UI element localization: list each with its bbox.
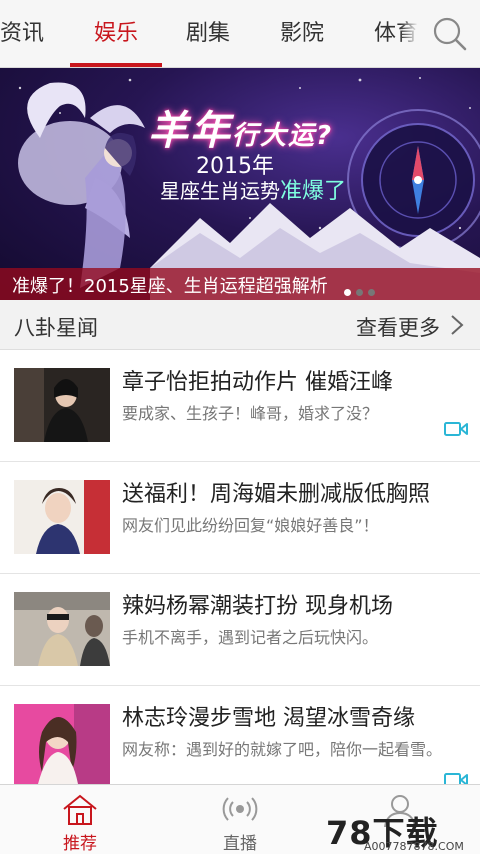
news-title: 章子怡拒拍动作片 催婚汪峰	[122, 370, 393, 395]
tab-entertainment[interactable]: 娱乐	[94, 16, 138, 52]
news-item[interactable]: 辣妈杨幂潮装打扮 现身机场 手机不离手，遇到记者之后玩快闪。	[0, 574, 480, 686]
news-item[interactable]: 林志玲漫步雪地 渴望冰雪奇缘 网友称：遇到好的就嫁了吧，陪你一起看雪。	[0, 686, 480, 784]
video-icon	[444, 422, 468, 436]
nav-live[interactable]: 直播	[190, 785, 290, 854]
news-summary: 网友们见此纷纷回复“娘娘好善良”！	[122, 516, 379, 535]
news-thumbnail	[14, 592, 110, 666]
news-thumbnail	[14, 480, 110, 554]
nav-label: 直播	[223, 834, 257, 854]
news-summary: 手机不离手，遇到记者之后玩快闪。	[122, 628, 379, 647]
carousel-dot[interactable]	[368, 289, 375, 296]
watermark: 78下载 A007787878.COM	[326, 808, 476, 854]
banner-subtitle-accent: 准爆了	[280, 179, 347, 204]
tab-news[interactable]: 资讯	[0, 16, 44, 52]
news-thumbnail	[14, 704, 110, 784]
news-summary: 网友称：遇到好的就嫁了吧，陪你一起看雪。	[122, 740, 443, 759]
banner-subtitle-text: 星座生肖运势	[160, 179, 280, 203]
tab-series[interactable]: 剧集	[186, 16, 230, 52]
news-thumbnail	[14, 368, 110, 442]
top-tab-bar: 资讯 娱乐 剧集 影院 体育	[0, 0, 480, 68]
search-button[interactable]	[432, 16, 468, 52]
news-item[interactable]: 送福利！周海媚未删减版低胸照 网友们见此纷纷回复“娘娘好善良”！	[0, 462, 480, 574]
tab-cinema[interactable]: 影院	[280, 16, 324, 52]
nav-label: 推荐	[63, 834, 97, 854]
watermark-url: A007787878.COM	[364, 840, 464, 853]
news-summary: 要成家、生孩子！峰哥，婚求了没？	[122, 404, 379, 423]
banner-caption-bar: 准爆了！2015星座、生肖运程超强解析	[0, 268, 480, 300]
active-tab-indicator	[70, 63, 162, 67]
nav-recommend[interactable]: 推荐	[30, 785, 130, 854]
section-title: 八卦星闻	[14, 316, 98, 340]
view-more-link[interactable]: 查看更多	[356, 312, 440, 342]
carousel-indicators	[344, 281, 380, 296]
carousel-dot[interactable]	[344, 289, 351, 296]
chevron-right-icon[interactable]	[450, 314, 464, 336]
search-icon	[433, 17, 467, 51]
banner-headline-tail: 行大运?	[232, 121, 334, 151]
tab-sports[interactable]: 体育	[374, 16, 418, 52]
banner-subtitle: 星座生肖运势准爆了	[160, 173, 346, 205]
news-title: 送福利！周海媚未删减版低胸照	[122, 482, 431, 507]
section-header: 八卦星闻 查看更多	[0, 300, 480, 350]
banner-caption: 准爆了！2015星座、生肖运程超强解析	[12, 276, 328, 297]
news-title: 辣妈杨幂潮装打扮 现身机场	[122, 594, 393, 619]
video-icon	[444, 773, 468, 784]
home-icon	[63, 794, 97, 825]
carousel-dot[interactable]	[356, 289, 363, 296]
news-item[interactable]: 章子怡拒拍动作片 催婚汪峰 要成家、生孩子！峰哥，婚求了没？	[0, 350, 480, 462]
broadcast-icon	[222, 797, 258, 821]
news-title: 林志玲漫步雪地 渴望冰雪奇缘	[122, 706, 415, 731]
banner-carousel[interactable]: 羊年行大运? 2015年 星座生肖运势准爆了 准爆了！2015星座、生肖运程超强…	[0, 68, 480, 300]
